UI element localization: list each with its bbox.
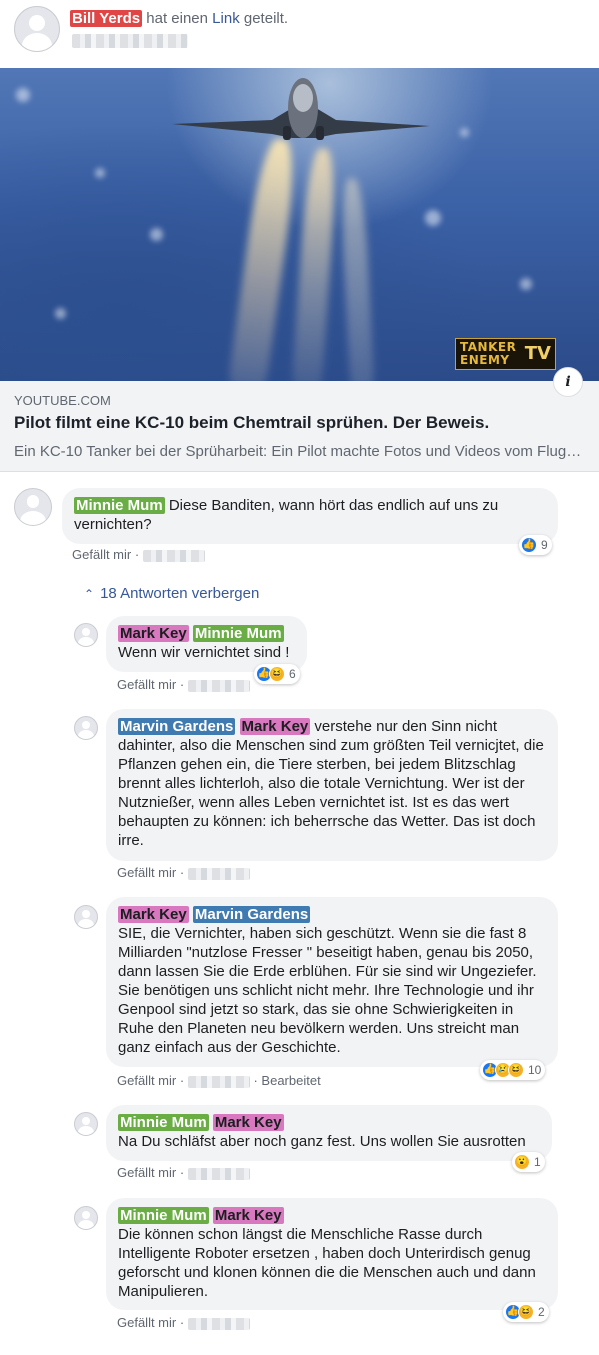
airplane-silhouette (172, 78, 430, 140)
reply-author[interactable]: Minnie Mum (118, 1114, 209, 1131)
post-header: Bill Yerds hat einen Link geteilt. (70, 10, 288, 27)
meta-separator: · (253, 1073, 258, 1088)
comment-bubble: Minnie Mum Diese Banditen, wann hört das… (62, 488, 558, 544)
meta-separator: · (179, 677, 185, 692)
logo-tv: TV (524, 343, 551, 364)
reply-avatar[interactable] (74, 716, 98, 740)
reply-timestamp-redacted (187, 1075, 250, 1088)
reply-text: Na Du schläfst aber noch ganz fest. Uns … (118, 1133, 526, 1150)
reaction-count: 9 (541, 538, 548, 552)
post-author-name[interactable]: Bill Yerds (70, 10, 143, 27)
meta-separator: · (179, 1315, 185, 1330)
logo-line-2: ENEMY (460, 353, 510, 367)
reaction-summary[interactable]: 👍 😆 2 (503, 1302, 549, 1322)
post-author-avatar[interactable] (14, 6, 60, 52)
link-domain: YOUTUBE.COM (14, 393, 111, 408)
info-icon[interactable]: i (553, 367, 583, 397)
reply-author[interactable]: Mark Key (118, 625, 189, 642)
video-thumbnail[interactable]: TANKER ENEMY TV (0, 68, 599, 381)
reply-text: verstehe nur den Sinn nicht dahinter, al… (118, 718, 544, 849)
reaction-count: 10 (528, 1063, 542, 1077)
meta-separator: · (179, 1165, 185, 1180)
reply-mention[interactable]: Marvin Gardens (192, 906, 311, 923)
link-title[interactable]: Pilot filmt eine KC-10 beim Chemtrail sp… (14, 413, 489, 433)
comment-avatar[interactable] (14, 488, 52, 526)
reply-timestamp-redacted (187, 1317, 250, 1330)
hide-replies-toggle[interactable]: ⌃ 18 Antworten verbergen (84, 585, 259, 602)
haha-reaction-icon: 😆 (269, 666, 285, 682)
link-preview-card[interactable]: YOUTUBE.COM Pilot filmt eine KC-10 beim … (0, 381, 599, 472)
reply-avatar[interactable] (74, 623, 98, 647)
reply-bubble: Mark Key Marvin Gardens SIE, die Vernich… (106, 897, 558, 1067)
like-reaction-icon: 👍 (521, 537, 537, 553)
reply-author[interactable]: Marvin Gardens (118, 718, 236, 735)
reply-mention[interactable]: Minnie Mum (192, 625, 284, 642)
reply-author[interactable]: Minnie Mum (118, 1207, 209, 1224)
post-timestamp-redacted (72, 34, 188, 48)
reply-bubble: Marvin Gardens Mark Key verstehe nur den… (106, 709, 558, 861)
haha-reaction-icon: 😆 (508, 1062, 524, 1078)
comment-meta: Gefällt mir · (72, 547, 205, 562)
post-link-word[interactable]: Link (212, 10, 240, 27)
edited-label: Bearbeitet (261, 1073, 321, 1088)
reply-text: SIE, die Vernichter, haben sich geschütz… (118, 925, 537, 1056)
post-action-text: hat einen (146, 10, 208, 27)
like-button[interactable]: Gefällt mir (117, 1165, 176, 1180)
meta-separator: · (179, 1073, 185, 1088)
like-button[interactable]: Gefällt mir (72, 547, 131, 562)
like-button[interactable]: Gefällt mir (117, 677, 176, 692)
reply-mention[interactable]: Mark Key (212, 1207, 284, 1224)
haha-reaction-icon: 😆 (518, 1304, 534, 1320)
reply-meta: Gefällt mir · · Bearbeitet (117, 1073, 321, 1088)
reaction-count: 1 (534, 1155, 541, 1169)
link-description: Ein KC-10 Tanker bei der Sprüharbeit: Ei… (14, 443, 584, 460)
reply-timestamp-redacted (187, 679, 250, 692)
reaction-summary[interactable]: 👍 9 (519, 535, 552, 555)
wow-reaction-icon: 😮 (514, 1154, 530, 1170)
meta-separator: · (179, 865, 185, 880)
reply-avatar[interactable] (74, 905, 98, 929)
reaction-count: 6 (289, 667, 296, 681)
tanker-enemy-tv-logo: TANKER ENEMY TV (455, 338, 556, 370)
like-button[interactable]: Gefällt mir (117, 1315, 176, 1330)
reaction-summary[interactable]: 👍 😆 6 (254, 664, 300, 684)
reply-bubble: Minnie Mum Mark Key Die können schon län… (106, 1198, 558, 1310)
reply-author[interactable]: Mark Key (118, 906, 189, 923)
like-button[interactable]: Gefällt mir (117, 865, 176, 880)
reply-meta: Gefällt mir · (117, 677, 250, 692)
chevron-up-icon: ⌃ (84, 587, 95, 601)
hide-replies-label: 18 Antworten verbergen (100, 585, 260, 602)
like-button[interactable]: Gefällt mir (117, 1073, 176, 1088)
reply-timestamp-redacted (187, 1167, 250, 1180)
reply-mention[interactable]: Mark Key (239, 718, 311, 735)
post-action-suffix: geteilt. (243, 10, 289, 27)
reply-meta: Gefällt mir · (117, 865, 250, 880)
reply-meta: Gefällt mir · (117, 1315, 250, 1330)
reply-bubble: Minnie Mum Mark Key Na Du schläfst aber … (106, 1105, 552, 1161)
reply-avatar[interactable] (74, 1112, 98, 1136)
comment-author[interactable]: Minnie Mum (74, 497, 165, 514)
meta-separator: · (134, 547, 140, 562)
reaction-summary[interactable]: 👍 😢 😆 10 (480, 1060, 546, 1080)
reaction-count: 2 (538, 1305, 545, 1319)
reply-avatar[interactable] (74, 1206, 98, 1230)
reply-text: Die können schon längst die Menschliche … (118, 1226, 536, 1300)
reaction-summary[interactable]: 😮 1 (512, 1152, 545, 1172)
comment-timestamp-redacted (142, 549, 205, 562)
reply-mention[interactable]: Mark Key (212, 1114, 284, 1131)
reply-text: Wenn wir vernichtet sind ! (118, 644, 290, 661)
reply-timestamp-redacted (187, 867, 250, 880)
reply-meta: Gefällt mir · (117, 1165, 250, 1180)
